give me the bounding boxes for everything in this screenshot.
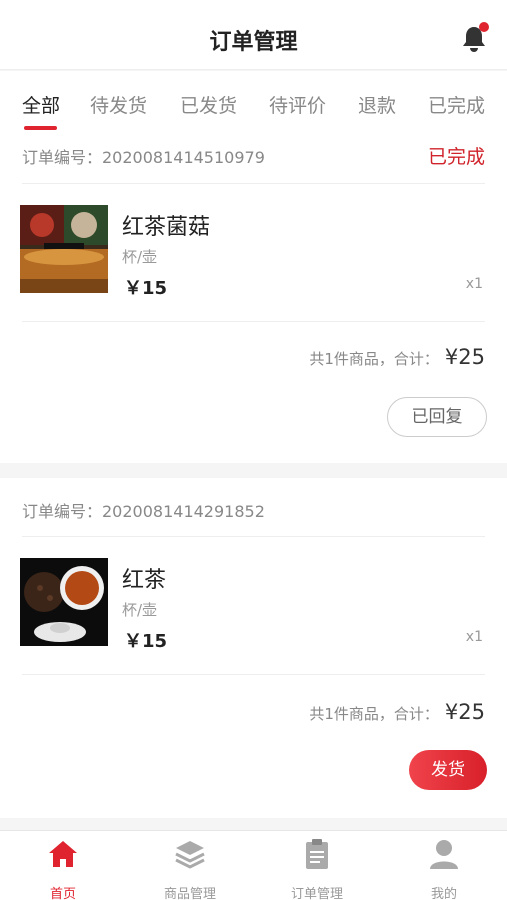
nav-mine[interactable]: 我的 [381, 837, 507, 900]
user-icon [430, 840, 458, 869]
item-count: 共1件商品，合计： [309, 350, 439, 368]
nav-mine-label: 我的 [430, 887, 457, 900]
tab-refund[interactable]: 退款 [358, 91, 396, 118]
product-image[interactable] [20, 205, 108, 293]
order-status-tabs: 全部 待发货 已发货 待评价 退款 已完成 [0, 71, 507, 133]
home-icon [49, 841, 77, 867]
clipboard-icon [306, 839, 328, 869]
nav-home[interactable]: 首页 [0, 837, 126, 900]
order-card[interactable]: 订单编号：2020081414510979 已完成 红茶菌菇 杯/壶 ￥15 x… [0, 133, 507, 463]
product-spec: 杯/壶 [122, 601, 158, 619]
nav-orders[interactable]: 订单管理 [254, 837, 380, 900]
order-total: ¥25 [444, 345, 485, 369]
divider [22, 321, 485, 322]
divider [22, 183, 485, 184]
tab-completed[interactable]: 已完成 [428, 91, 485, 118]
order-summary: 共1件商品，合计： ¥25 [309, 700, 485, 724]
nav-products-label: 商品管理 [163, 887, 216, 900]
replied-button[interactable]: 已回复 [387, 397, 487, 437]
bottom-navigation: 首页 商品管理 订单管理 我的 [0, 830, 507, 900]
tab-pending-review[interactable]: 待评价 [269, 91, 326, 118]
product-image[interactable] [20, 558, 108, 646]
order-number: 订单编号：2020081414510979 [22, 148, 265, 167]
layers-icon [175, 841, 205, 869]
product-name: 红茶菌菇 [122, 215, 211, 240]
order-summary: 共1件商品，合计： ¥25 [309, 345, 485, 369]
product-price: ￥15 [124, 631, 168, 652]
order-total: ¥25 [444, 700, 485, 724]
tab-pending-shipment[interactable]: 待发货 [90, 91, 147, 118]
nav-orders-label: 订单管理 [290, 887, 343, 900]
item-count: 共1件商品，合计： [309, 705, 439, 723]
product-name: 红茶 [122, 568, 167, 593]
product-quantity: x1 [465, 629, 483, 645]
app-header: 订单管理 [0, 0, 507, 70]
tab-shipped[interactable]: 已发货 [180, 91, 237, 118]
notification-button[interactable] [459, 22, 489, 54]
order-number: 订单编号：2020081414291852 [22, 502, 265, 521]
ship-button[interactable]: 发货 [409, 750, 487, 790]
nav-home-label: 首页 [49, 887, 76, 900]
active-tab-indicator [24, 126, 57, 130]
notification-dot [479, 22, 489, 32]
product-quantity: x1 [465, 276, 483, 292]
order-status: 已完成 [427, 146, 485, 168]
divider [22, 674, 485, 675]
divider [22, 536, 485, 537]
page-title: 订单管理 [209, 30, 298, 55]
nav-products[interactable]: 商品管理 [127, 837, 253, 900]
order-card[interactable]: 订单编号：2020081414291852 红茶 杯/壶 ￥15 x1 共1件商… [0, 478, 507, 818]
product-price: ￥15 [124, 278, 168, 299]
product-spec: 杯/壶 [122, 248, 158, 266]
tab-all[interactable]: 全部 [22, 91, 60, 118]
